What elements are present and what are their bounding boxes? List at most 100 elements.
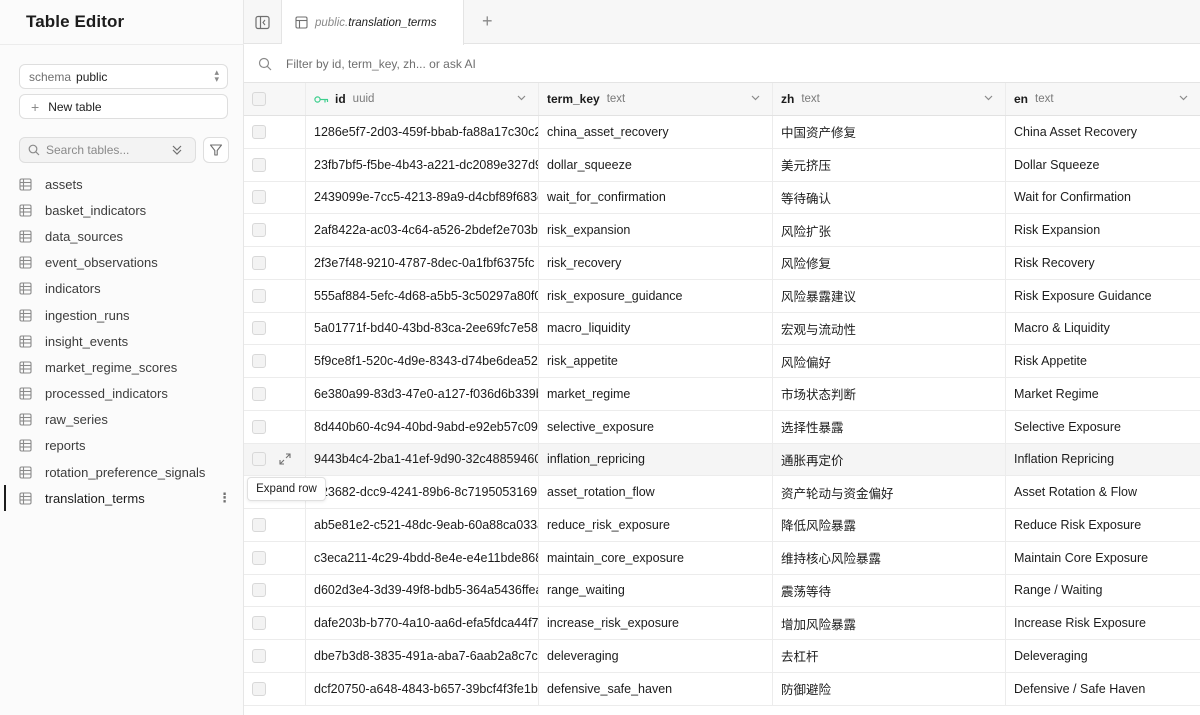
table-cell[interactable]: 5f9ce8f1-520c-4d9e-8343-d74be6dea52d [306,345,539,378]
table-cell[interactable]: 5a01771f-bd40-43bd-83ca-2ee69fc7e58f [306,312,539,345]
table-cell[interactable]: dafe203b-b770-4a10-aa6d-efa5fdca44f7 [306,607,539,640]
row-checkbox[interactable] [252,386,266,401]
sidebar-table-item[interactable]: rotation_preference_signals [0,459,243,485]
table-cell[interactable]: 风险偏好 [773,345,1006,378]
table-cell[interactable]: asset_rotation_flow [539,476,773,509]
chevron-down-icon[interactable] [984,95,993,101]
sidebar-table-item[interactable]: ingestion_runs [0,302,243,328]
table-cell[interactable]: Increase Risk Exposure [1006,607,1200,639]
sidebar-table-item[interactable]: reports [0,433,243,459]
table-cell[interactable]: selective_exposure [539,410,773,443]
table-cell[interactable]: 资产轮动与资金偏好 [773,476,1006,509]
table-cell[interactable]: Macro & Liquidity [1006,313,1200,345]
column-header[interactable]: term_key text [539,83,773,115]
table-row[interactable]: 23fb7bf5-f5be-4b43-a221-dc2089e327d9 doll… [244,148,1200,182]
column-header[interactable]: id uuid [306,83,539,115]
row-checkbox[interactable] [252,648,266,663]
sidebar-table-item[interactable]: raw_series [0,407,243,433]
table-row[interactable]: 9443b4c4-2ba1-41ef-9d90-32c48859460e infl… [244,443,1200,477]
table-cell[interactable]: 去杠杆 [773,640,1006,672]
table-cell[interactable]: 风险扩张 [773,214,1006,247]
table-cell[interactable]: Asset Rotation & Flow [1006,476,1200,508]
table-cell[interactable]: 8d440b60-4c94-40bd-9abd-e92eb57c09 [306,410,539,443]
table-cell[interactable]: 中国资产修复 [773,116,1006,148]
tab-translation-terms[interactable]: public. translation_terms [282,0,464,45]
search-tables-input[interactable]: Search tables... [19,137,196,163]
table-cell[interactable]: d602d3e4-3d39-49f8-bdb5-364a5436ffea [306,574,539,607]
more-options-icon[interactable]: ⋮ [218,490,231,506]
table-cell[interactable]: 风险暴露建议 [773,279,1006,312]
row-checkbox[interactable] [252,223,266,238]
table-row[interactable]: dafe203b-b770-4a10-aa6d-efa5fdca44f7 incr… [244,607,1200,641]
table-row[interactable]: c3eca211-4c29-4bdd-8e4e-e4e11bde8681 main… [244,541,1200,575]
table-cell[interactable]: Inflation Repricing [1006,444,1200,476]
table-cell[interactable]: risk_appetite [539,345,773,378]
table-cell[interactable]: Selective Exposure [1006,411,1200,443]
table-row[interactable]: d602d3e4-3d39-49f8-bdb5-364a5436ffea rang… [244,574,1200,608]
table-cell[interactable]: 维持核心风险暴露 [773,541,1006,574]
row-checkbox[interactable] [252,354,266,369]
table-cell[interactable]: 9443b4c4-2ba1-41ef-9d90-32c48859460e [306,443,539,476]
filter-bar[interactable]: Filter by id, term_key, zh... or ask AI [244,45,1200,83]
table-row[interactable]: 5f9ce8f1-520c-4d9e-8343-d74be6dea52d risk… [244,345,1200,379]
table-cell[interactable]: Deleveraging [1006,640,1200,672]
chevron-down-icon[interactable] [1179,95,1188,101]
table-cell[interactable]: 2f3e7f48-9210-4787-8dec-0a1fbf6375fc [306,247,539,279]
table-cell[interactable]: 1286e5f7-2d03-459f-bbab-fa88a17c30c2 [306,116,539,148]
row-checkbox[interactable] [252,681,266,696]
table-cell[interactable]: defensive_safe_haven [539,672,773,705]
table-cell[interactable]: risk_expansion [539,214,773,247]
table-cell[interactable]: china_asset_recovery [539,116,773,148]
table-cell[interactable]: 通胀再定价 [773,443,1006,476]
table-cell[interactable]: Risk Expansion [1006,214,1200,246]
table-cell[interactable]: 555af884-5efc-4d68-a5b5-3c50297a80f0 [306,279,539,312]
select-all-checkbox[interactable] [252,92,266,106]
table-cell[interactable]: 23fb7bf5-f5be-4b43-a221-dc2089e327d9 [306,148,539,181]
table-cell[interactable]: range_waiting [539,574,773,607]
table-row[interactable]: dcf20750-a648-4843-b657-39bcf4f3fe1b defe… [244,672,1200,706]
row-checkbox[interactable] [252,288,266,303]
sidebar-table-item[interactable]: data_sources [0,223,243,249]
row-checkbox[interactable] [252,452,266,467]
row-checkbox[interactable] [252,190,266,205]
table-cell[interactable]: China Asset Recovery [1006,116,1200,148]
table-cell[interactable]: Defensive / Safe Haven [1006,673,1200,705]
table-row[interactable]: 2f3e7f48-9210-4787-8dec-0a1fbf6375fc risk… [244,247,1200,280]
table-cell[interactable]: Wait for Confirmation [1006,182,1200,214]
table-cell[interactable]: inflation_repricing [539,443,773,476]
row-checkbox[interactable] [252,255,266,270]
table-row[interactable]: 2af8422a-ac03-4c64-a526-2bdef2e703b7 risk… [244,214,1200,248]
sidebar-table-item[interactable]: processed_indicators [0,381,243,407]
table-cell[interactable]: 6e380a99-83d3-47e0-a127-f036d6b339b1 [306,378,539,410]
table-cell[interactable]: c3eca211-4c29-4bdd-8e4e-e4e11bde8681 [306,541,539,574]
add-tab-button[interactable]: + [482,11,493,32]
row-checkbox[interactable] [252,583,266,598]
table-cell[interactable]: 降低风险暴露 [773,509,1006,541]
table-cell[interactable]: 选择性暴露 [773,410,1006,443]
table-cell[interactable]: 市场状态判断 [773,378,1006,410]
table-cell[interactable]: 防御避险 [773,672,1006,705]
row-checkbox[interactable] [252,321,266,336]
table-cell[interactable]: ab5e81e2-c521-48dc-9eab-60a88ca033a8 [306,509,539,541]
table-cell[interactable]: deleveraging [539,640,773,672]
table-row[interactable]: dbe7b3d8-3835-491a-aba7-6aab2a8c7c7c dele… [244,640,1200,673]
filter-button[interactable] [203,137,229,163]
table-cell[interactable]: Risk Recovery [1006,247,1200,279]
table-cell[interactable]: market_regime [539,378,773,410]
row-checkbox[interactable] [252,616,266,631]
row-checkbox[interactable] [252,550,266,565]
table-cell[interactable]: Dollar Squeeze [1006,149,1200,181]
table-row[interactable]: 2439099e-7cc5-4213-89a9-d4cbf89f683d wait… [244,181,1200,215]
table-row[interactable]: a23682-dcc9-4241-89b6-8c7195053169 asset_… [244,476,1200,510]
table-cell[interactable]: 增加风险暴露 [773,607,1006,640]
sidebar-table-item[interactable]: event_observations [0,250,243,276]
table-cell[interactable]: Risk Exposure Guidance [1006,280,1200,312]
table-cell[interactable]: reduce_risk_exposure [539,509,773,541]
collapse-sidebar-button[interactable] [244,0,282,44]
chevrons-icon[interactable] [171,143,183,157]
sidebar-table-item[interactable]: basket_indicators [0,197,243,223]
table-cell[interactable]: 2439099e-7cc5-4213-89a9-d4cbf89f683d [306,181,539,214]
table-row[interactable]: 8d440b60-4c94-40bd-9abd-e92eb57c09 select… [244,410,1200,444]
row-checkbox[interactable] [252,157,266,172]
schema-select[interactable]: schema public ▴ ▾ [19,64,228,89]
